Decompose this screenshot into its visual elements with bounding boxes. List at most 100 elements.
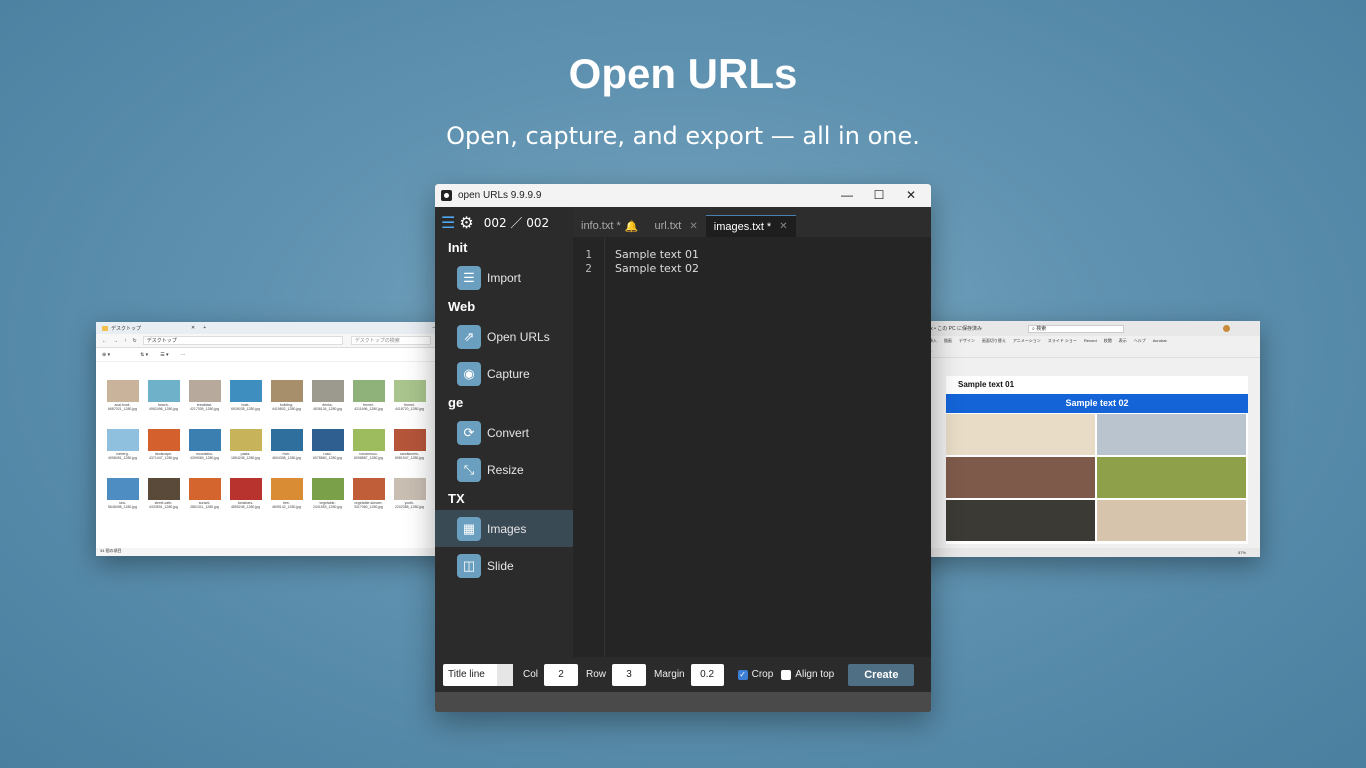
explorer-toolbar: ⊕ ▾ ⇅ ▾ ☰ ▾ ··· <box>96 348 472 362</box>
dropdown-icon <box>497 663 513 686</box>
file-item[interactable]: iceberg-4998451_1280.jpg <box>102 429 143 478</box>
file-item[interactable]: acai-bowl-6687021_1280.jpg <box>102 380 143 429</box>
file-item[interactable]: youth-2202358_1280.jpg <box>389 478 430 527</box>
new-button[interactable]: ⊕ ▾ <box>102 352 110 358</box>
slide-photo[interactable] <box>1097 457 1246 498</box>
code-line[interactable]: Sample text 02 <box>615 262 699 276</box>
file-item[interactable]: vegetable-2441553_1280.jpg <box>307 478 348 527</box>
sort-button[interactable]: ⇅ ▾ <box>140 352 148 358</box>
code-line[interactable]: Sample text 01 <box>615 248 699 262</box>
add-tab-icon[interactable]: + <box>203 325 206 331</box>
slide-canvas[interactable]: Sample text 01 Sample text 02 <box>946 376 1248 544</box>
row-input[interactable]: 3 <box>612 663 647 686</box>
slide-photo[interactable] <box>1097 500 1246 541</box>
file-item[interactable]: sandstones-5981947_1280.jpg <box>389 429 430 478</box>
file-item[interactable]: breakfast-4217305_1280.jpg <box>184 380 225 429</box>
sidebar-item-images[interactable]: ▦ Images <box>435 510 573 547</box>
gear-icon[interactable]: ⚙ <box>459 213 473 232</box>
app-footer <box>435 692 931 712</box>
sidebar-item-slide[interactable]: ◫ Slide <box>435 547 573 584</box>
explorer-tab-title[interactable]: デスクトップ <box>111 325 141 332</box>
file-item[interactable]: fennel-4211696_1280.jpg <box>348 380 389 429</box>
slide-photo[interactable] <box>946 457 1095 498</box>
menu-icon[interactable]: ☰ <box>441 213 455 232</box>
ppt-menu-item[interactable]: Record <box>1084 338 1097 343</box>
col-input[interactable]: 2 <box>544 663 579 686</box>
file-item[interactable]: boat-6926035_1280.jpg <box>225 380 266 429</box>
code-area[interactable]: Sample text 01 Sample text 02 <box>615 248 699 276</box>
sidebar-item-import[interactable]: ☰ Import <box>435 259 573 296</box>
file-item[interactable]: tomatoes-4855245_1280.jpg <box>225 478 266 527</box>
tab-info-txt-[interactable]: info.txt * 🔔 <box>573 215 646 237</box>
file-item[interactable]: river-4604398_1280.jpg <box>266 429 307 478</box>
close-icon[interactable]: ✕ <box>191 325 195 331</box>
slide-photo[interactable] <box>946 414 1095 455</box>
create-button[interactable]: Create <box>848 663 915 686</box>
tab-images-txt-[interactable]: images.txt * ✕ <box>705 215 796 237</box>
sidebar-item-capture[interactable]: ◉ Capture <box>435 355 573 392</box>
file-item[interactable]: sunset-2861311_1280.jpg <box>184 478 225 527</box>
sidebar-item-open-urls[interactable]: ⇗ Open URLs <box>435 318 573 355</box>
camera-icon: ◉ <box>457 361 481 386</box>
app-icon <box>441 190 452 201</box>
ppt-menu-item[interactable]: ヘルプ <box>1134 338 1146 344</box>
file-item[interactable]: landscape-4371447_1280.jpg <box>143 429 184 478</box>
sidebar-item-label: Convert <box>487 425 530 440</box>
up-icon[interactable]: ↑ <box>124 338 127 344</box>
folder-icon <box>102 325 108 331</box>
ppt-menu-item[interactable]: 画面切り替え <box>982 338 1006 344</box>
title-line-select[interactable]: Title line <box>443 663 513 686</box>
file-item[interactable]: street-cafe-4433591_1280.jpg <box>143 478 184 527</box>
file-item[interactable]: tree-4695142_1280.jpg <box>266 478 307 527</box>
sidebar-list: Init ☰ Import Web ⇗ Open URLs ◉ Capture ge ⟳ Conve… <box>435 237 573 584</box>
ppt-zoom[interactable]: 57% <box>1238 548 1246 557</box>
sidebar-item-convert[interactable]: ⟳ Convert <box>435 414 573 451</box>
file-thumbnail <box>106 380 139 402</box>
ppt-menu-item[interactable]: 校閲 <box>1104 338 1112 344</box>
close-icon[interactable]: ✕ <box>895 184 927 207</box>
tab-url-txt[interactable]: url.txt ✕ <box>646 215 705 237</box>
maximize-icon[interactable]: ☐ <box>863 184 895 207</box>
file-item[interactable]: fennel-4418720_1280.jpg <box>389 380 430 429</box>
file-item[interactable]: sea-5648498_1280.jpg <box>102 478 143 527</box>
minimize-icon[interactable]: — <box>831 184 863 207</box>
close-icon[interactable]: ✕ <box>779 221 787 232</box>
close-icon[interactable]: ✕ <box>689 221 697 232</box>
sidebar-item-resize[interactable]: ⤡ Resize <box>435 451 573 488</box>
align-top-checkbox[interactable] <box>781 669 792 680</box>
avatar[interactable] <box>1223 325 1230 332</box>
slide-text-1[interactable]: Sample text 01 <box>958 380 1014 389</box>
file-thumbnail <box>188 429 221 451</box>
slide-text-2[interactable]: Sample text 02 <box>946 394 1248 413</box>
sidebar-item-label: Slide <box>487 558 514 573</box>
view-button[interactable]: ☰ ▾ <box>160 352 168 358</box>
refresh-icon[interactable]: ↻ <box>133 338 137 344</box>
file-item[interactable]: mountains-4399069_1280.jpg <box>184 429 225 478</box>
file-item[interactable]: drinks-4636134_1280.jpg <box>307 380 348 429</box>
back-icon[interactable]: ← <box>102 338 107 344</box>
slide-photo[interactable] <box>946 500 1095 541</box>
ppt-menu-item[interactable]: デザイン <box>959 338 975 344</box>
ppt-search[interactable]: ⌕ 検索 <box>1028 324 1124 333</box>
slide-photo[interactable] <box>1097 414 1246 455</box>
file-item[interactable]: building-4419802_1280.jpg <box>266 380 307 429</box>
file-item[interactable]: pasta-1854245_1280.jpg <box>225 429 266 478</box>
address-field[interactable]: デスクトップ <box>142 336 343 345</box>
crop-checkbox[interactable]: ✓ <box>737 669 748 680</box>
margin-input[interactable]: 0.2 <box>690 663 724 686</box>
sidebar-item-label: Open URLs <box>487 329 550 344</box>
ppt-menu-item[interactable]: 表示 <box>1119 338 1127 344</box>
search-field[interactable]: デスクトップの検索 <box>350 336 431 345</box>
more-button[interactable]: ··· <box>181 352 186 358</box>
ppt-menu-item[interactable]: Acrobat <box>1153 338 1167 343</box>
ppt-menu-item[interactable]: スライド ショー <box>1048 338 1077 344</box>
ppt-menu-item[interactable]: 描画 <box>944 338 952 344</box>
resize-icon: ⤡ <box>457 457 481 482</box>
file-item[interactable]: romanesco-6098887_1280.jpg <box>348 429 389 478</box>
file-item[interactable]: road-6078860_1280.jpg <box>307 429 348 478</box>
line-number: 2 <box>585 262 592 275</box>
forward-icon[interactable]: → <box>113 338 118 344</box>
file-item[interactable]: vegetable-skewer-3317060_1280.jpg <box>348 478 389 527</box>
ppt-menu-item[interactable]: アニメーション <box>1013 338 1041 344</box>
file-item[interactable]: beach-4962496_1280.jpg <box>143 380 184 429</box>
